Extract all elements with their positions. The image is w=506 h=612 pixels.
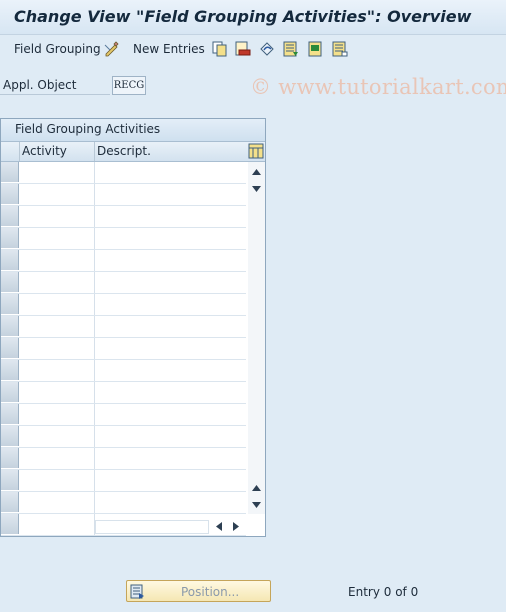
- arrow-down-icon: [252, 502, 261, 508]
- table-title: Field Grouping Activities: [15, 122, 161, 136]
- table-row[interactable]: [1, 470, 246, 492]
- activity-cell[interactable]: [19, 184, 95, 205]
- row-selector[interactable]: [1, 360, 19, 380]
- table-row[interactable]: [1, 206, 246, 228]
- activity-cell[interactable]: [19, 382, 95, 403]
- select-all-icon[interactable]: [283, 41, 299, 57]
- activity-cell[interactable]: [19, 228, 95, 249]
- table-row[interactable]: [1, 360, 246, 382]
- table-row[interactable]: [1, 382, 246, 404]
- scroll-left-button[interactable]: [211, 518, 227, 534]
- title-bar: Change View "Field Grouping Activities":…: [0, 0, 506, 35]
- horizontal-scroll-track[interactable]: [95, 520, 209, 534]
- position-button[interactable]: Position...: [126, 580, 271, 602]
- activity-cell[interactable]: [19, 250, 95, 271]
- table-row[interactable]: [1, 272, 246, 294]
- activity-cell[interactable]: [19, 470, 95, 491]
- activity-cell[interactable]: [19, 492, 95, 513]
- field-underline: [0, 94, 110, 95]
- watermark-text: © www.tutorialkart.com: [250, 75, 506, 99]
- row-selector[interactable]: [1, 338, 19, 358]
- column-header-activity[interactable]: Activity: [20, 142, 95, 161]
- activity-cell[interactable]: [19, 338, 95, 359]
- row-selector[interactable]: [1, 272, 19, 292]
- table-row[interactable]: [1, 162, 246, 184]
- arrow-up-icon: [252, 169, 261, 175]
- table-row[interactable]: [1, 404, 246, 426]
- table-row[interactable]: [1, 316, 246, 338]
- activity-cell[interactable]: [19, 316, 95, 337]
- arrow-right-icon: [233, 521, 239, 531]
- activity-cell[interactable]: [19, 426, 95, 447]
- row-selector[interactable]: [1, 206, 19, 226]
- arrow-left-icon: [216, 521, 222, 531]
- arrow-down-icon: [252, 186, 261, 192]
- appl-object-label: Appl. Object: [3, 78, 77, 92]
- table-row[interactable]: [1, 228, 246, 250]
- row-selector[interactable]: [1, 382, 19, 402]
- activity-cell[interactable]: [19, 206, 95, 227]
- page-up-button[interactable]: [248, 480, 265, 496]
- table-row[interactable]: [1, 184, 246, 206]
- scroll-up-button[interactable]: [248, 164, 265, 180]
- application-toolbar: Field Grouping New Entries © www.tutoria…: [0, 35, 506, 99]
- activity-cell[interactable]: [19, 294, 95, 315]
- undo-change-icon[interactable]: [259, 41, 275, 57]
- delete-icon[interactable]: [235, 41, 251, 57]
- table-body: [1, 162, 246, 536]
- activity-cell[interactable]: [19, 272, 95, 293]
- activity-cell[interactable]: [19, 404, 95, 425]
- row-selector[interactable]: [1, 404, 19, 424]
- row-selector[interactable]: [1, 250, 19, 270]
- column-label-activity: Activity: [22, 144, 67, 158]
- row-selector[interactable]: [1, 294, 19, 314]
- table-control: Field Grouping Activities Activity Descr…: [0, 118, 266, 537]
- column-label-description: Descript.: [97, 144, 151, 158]
- row-selector[interactable]: [1, 184, 19, 204]
- new-entries-button[interactable]: New Entries: [133, 42, 205, 56]
- scroll-right-button[interactable]: [228, 518, 244, 534]
- table-row[interactable]: [1, 448, 246, 470]
- copy-icon[interactable]: [212, 41, 228, 57]
- select-all-corner[interactable]: [1, 142, 20, 161]
- row-selector[interactable]: [1, 426, 19, 446]
- window-title: Change View "Field Grouping Activities":…: [14, 7, 472, 26]
- field-grouping-button[interactable]: Field Grouping: [14, 42, 101, 56]
- column-header-description[interactable]: Descript.: [95, 142, 245, 161]
- table-header: Activity Descript.: [1, 142, 265, 162]
- table-settings-icon[interactable]: [248, 143, 264, 159]
- row-selector[interactable]: [1, 316, 19, 336]
- table-row[interactable]: [1, 426, 246, 448]
- row-selector[interactable]: [1, 228, 19, 248]
- position-button-label: Position...: [181, 585, 240, 599]
- arrow-up-icon: [252, 485, 261, 491]
- entry-count: Entry 0 of 0: [348, 585, 419, 599]
- row-selector[interactable]: [1, 448, 19, 468]
- table-row[interactable]: [1, 338, 246, 360]
- horizontal-scrollbar[interactable]: [95, 518, 245, 534]
- activity-cell[interactable]: [19, 162, 95, 183]
- table-row[interactable]: [1, 492, 246, 514]
- table-row[interactable]: [1, 250, 246, 272]
- appl-object-field[interactable]: RECG: [112, 76, 146, 95]
- page-down-button[interactable]: [248, 181, 265, 197]
- activity-cell[interactable]: [19, 514, 95, 535]
- table-title-bar: Field Grouping Activities: [1, 119, 265, 142]
- select-block-icon[interactable]: [308, 41, 324, 57]
- activity-cell[interactable]: [19, 448, 95, 469]
- row-selector[interactable]: [1, 492, 19, 512]
- row-selector[interactable]: [1, 162, 19, 182]
- table-row[interactable]: [1, 294, 246, 316]
- row-selector[interactable]: [1, 470, 19, 490]
- position-icon: [130, 584, 144, 599]
- vertical-scrollbar[interactable]: [248, 162, 265, 514]
- row-selector[interactable]: [1, 514, 19, 534]
- activity-cell[interactable]: [19, 360, 95, 381]
- deselect-all-icon[interactable]: [332, 41, 348, 57]
- scroll-down-button[interactable]: [248, 497, 265, 513]
- edit-pencil-icon[interactable]: [104, 41, 120, 57]
